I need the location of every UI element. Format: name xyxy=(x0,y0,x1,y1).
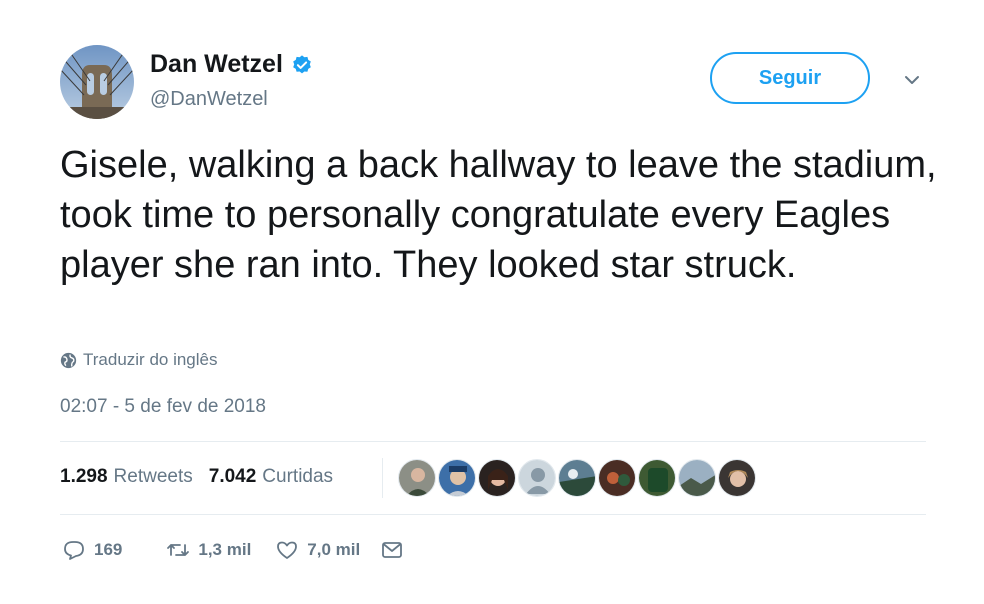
message-icon xyxy=(382,542,403,558)
retweet-icon xyxy=(167,544,190,556)
tweet-text: Gisele, walking a back hallway to leave … xyxy=(60,144,937,286)
retweet-count: 1,3 mil xyxy=(198,540,252,559)
direct-message-button[interactable] xyxy=(380,538,404,562)
globe-icon xyxy=(60,352,77,369)
liker-avatar[interactable] xyxy=(678,459,716,497)
reply-icon xyxy=(64,541,84,560)
retweets-label[interactable]: Retweets xyxy=(114,466,193,488)
liker-avatar[interactable] xyxy=(598,459,636,497)
like-icon xyxy=(277,541,298,559)
liker-avatars xyxy=(398,459,756,497)
divider xyxy=(60,441,926,442)
like-count: 7,0 mil xyxy=(307,540,361,559)
retweet-button[interactable]: 1,3 mil xyxy=(166,538,251,562)
tweet-stats: 1.298 Retweets 7.042 Curtidas xyxy=(60,466,349,488)
liker-avatar[interactable] xyxy=(518,459,556,497)
tweet-actions: 169 1,3 mil 7,0 mil xyxy=(62,538,404,562)
reply-button[interactable]: 169 xyxy=(62,538,122,562)
liker-avatar[interactable] xyxy=(558,459,596,497)
retweets-count[interactable]: 1.298 xyxy=(60,466,108,488)
tweet-timestamp[interactable]: 02:07 - 5 de fev de 2018 xyxy=(60,396,266,418)
author-name[interactable]: Dan Wetzel xyxy=(150,50,313,79)
liker-avatar[interactable] xyxy=(718,459,756,497)
author-handle[interactable]: @DanWetzel xyxy=(150,88,268,111)
tweet-card: Dan Wetzel @DanWetzel Seguir Gisele, wal… xyxy=(0,0,984,604)
author-name-text[interactable]: Dan Wetzel xyxy=(150,50,283,79)
reply-count: 169 xyxy=(94,540,123,559)
follow-button[interactable]: Seguir xyxy=(710,52,870,104)
likes-count[interactable]: 7.042 xyxy=(209,466,257,488)
translate-label[interactable]: Traduzir do inglês xyxy=(83,350,218,370)
liker-avatar[interactable] xyxy=(438,459,476,497)
divider xyxy=(60,514,926,515)
like-button[interactable]: 7,0 mil xyxy=(275,538,360,562)
stats-separator xyxy=(382,458,383,498)
liker-avatar[interactable] xyxy=(478,459,516,497)
chevron-down-icon[interactable] xyxy=(902,70,922,90)
likes-label[interactable]: Curtidas xyxy=(262,466,333,488)
translate-link[interactable]: Traduzir do inglês xyxy=(60,350,218,370)
verified-icon xyxy=(291,54,313,76)
author-avatar[interactable] xyxy=(60,45,134,119)
liker-avatar[interactable] xyxy=(638,459,676,497)
liker-avatar[interactable] xyxy=(398,459,436,497)
